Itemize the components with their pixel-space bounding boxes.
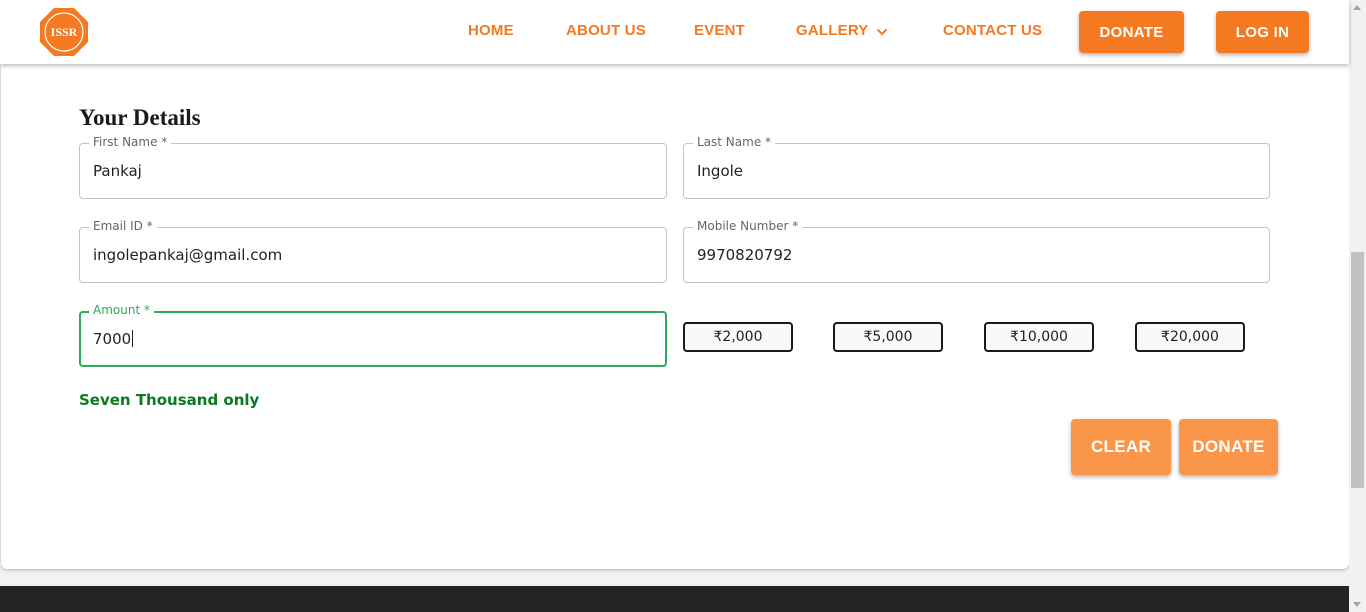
svg-text:ISSR: ISSR bbox=[51, 25, 78, 39]
mobile-number-label: Mobile Number * bbox=[693, 219, 803, 233]
last-name-value: Ingole bbox=[697, 162, 744, 180]
amount-value: 7000 bbox=[93, 330, 132, 348]
scrollbar-thumb[interactable] bbox=[1351, 252, 1364, 488]
nav-contact-link[interactable]: CONTACT US bbox=[943, 22, 1042, 39]
donate-submit-button[interactable]: DONATE bbox=[1179, 419, 1278, 475]
amount-label: Amount * bbox=[89, 303, 154, 317]
mobile-number-field[interactable]: Mobile Number * 9970820792 bbox=[683, 219, 1270, 283]
first-name-value: Pankaj bbox=[93, 162, 142, 180]
section-title: Your Details bbox=[79, 105, 201, 130]
last-name-label: Last Name * bbox=[693, 135, 776, 149]
page-scrollbar[interactable] bbox=[1349, 0, 1366, 612]
scroll-down-arrow-icon[interactable] bbox=[1353, 602, 1361, 607]
email-value: ingolepankaj@gmail.com bbox=[93, 246, 283, 264]
amount-field[interactable]: Amount * 7000 bbox=[79, 303, 667, 367]
issr-logo-icon[interactable]: ISSR bbox=[39, 7, 89, 57]
chevron-down-icon[interactable] bbox=[876, 26, 888, 38]
amount-value-wrap: 7000 bbox=[93, 330, 134, 348]
footer bbox=[0, 586, 1349, 612]
preset-amount-5000-button[interactable]: ₹5,000 bbox=[833, 322, 943, 352]
mobile-number-value: 9970820792 bbox=[697, 246, 793, 264]
last-name-field[interactable]: Last Name * Ingole bbox=[683, 135, 1270, 199]
nav-about-link[interactable]: ABOUT US bbox=[566, 22, 646, 39]
nav-home-link[interactable]: HOME bbox=[468, 22, 514, 39]
amount-in-words: Seven Thousand only bbox=[79, 391, 260, 409]
nav-gallery-link[interactable]: GALLERY bbox=[796, 22, 869, 39]
header-donate-button[interactable]: DONATE bbox=[1079, 11, 1184, 53]
clear-button[interactable]: CLEAR bbox=[1071, 419, 1171, 475]
first-name-label: First Name * bbox=[89, 135, 172, 149]
top-navbar: ISSR HOME ABOUT US EVENT GALLERY CONTACT… bbox=[0, 0, 1349, 64]
nav-event-link[interactable]: EVENT bbox=[694, 22, 745, 39]
preset-amount-2000-button[interactable]: ₹2,000 bbox=[683, 322, 793, 352]
email-label: Email ID * bbox=[89, 219, 157, 233]
first-name-field[interactable]: First Name * Pankaj bbox=[79, 135, 667, 199]
email-field[interactable]: Email ID * ingolepankaj@gmail.com bbox=[79, 219, 667, 283]
text-caret bbox=[132, 330, 134, 347]
scroll-up-arrow-icon[interactable] bbox=[1353, 5, 1361, 10]
preset-amount-20000-button[interactable]: ₹20,000 bbox=[1135, 322, 1245, 352]
login-button[interactable]: LOG IN bbox=[1216, 11, 1309, 53]
preset-amount-10000-button[interactable]: ₹10,000 bbox=[984, 322, 1094, 352]
